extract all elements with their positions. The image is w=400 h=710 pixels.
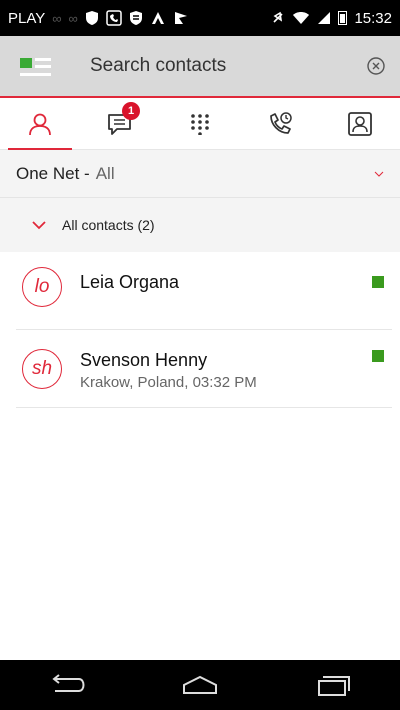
presence-indicator [372, 276, 384, 288]
phone-notification-icon [106, 10, 122, 26]
tab-contacts[interactable] [0, 98, 80, 151]
chevron-down-icon [32, 221, 46, 230]
main-tabs: 1 [0, 98, 400, 151]
avatar: lo [22, 267, 62, 307]
avatar: sh [22, 349, 62, 389]
contact-name: Leia Organa [80, 272, 180, 292]
call-history-icon [270, 112, 292, 134]
presence-indicator [372, 350, 384, 362]
person-icon [29, 113, 51, 136]
signal-icon [318, 12, 331, 24]
status-bar: PLAY ∞ ∞ 15:32 [0, 0, 400, 36]
home-icon[interactable] [180, 673, 220, 697]
contact-list: lo Leia Organa sh Svenson Henny Krakow, … [0, 252, 400, 408]
mute-icon [273, 11, 284, 23]
status-time: 15:32 [354, 9, 392, 27]
tab-messages[interactable]: 1 [80, 98, 160, 150]
contact-source-filter[interactable]: One Net - All [0, 150, 400, 198]
chevron-down-icon [374, 171, 384, 177]
wifi-icon [293, 12, 310, 24]
menu-icon[interactable] [16, 46, 56, 86]
flag-icon [174, 12, 187, 24]
link-icon: ∞ [68, 10, 78, 26]
contact-card-icon [348, 112, 372, 136]
app-bar [0, 36, 400, 98]
filter-value: All [95, 163, 115, 183]
app-a-icon [151, 12, 164, 24]
badge-icon [129, 11, 142, 25]
unread-badge: 1 [122, 102, 140, 120]
search-input[interactable] [90, 55, 366, 77]
carrier-label: PLAY [8, 9, 46, 27]
tab-call-history[interactable] [240, 98, 320, 150]
contact-name: Svenson Henny [80, 350, 208, 370]
clear-search-icon[interactable] [366, 56, 386, 76]
link-icon: ∞ [52, 10, 62, 26]
contact-subtitle: Krakow, Poland, 03:32 PM [80, 374, 257, 391]
contact-group-header[interactable]: All contacts (2) [0, 198, 400, 252]
back-icon[interactable] [47, 673, 87, 697]
group-title: All contacts (2) [62, 217, 155, 233]
battery-icon [338, 11, 348, 25]
filter-label: One Net - [16, 163, 90, 183]
shield-icon [85, 11, 98, 25]
recent-apps-icon[interactable] [313, 673, 353, 697]
contact-row[interactable]: sh Svenson Henny Krakow, Poland, 03:32 P… [16, 330, 392, 408]
dialpad-icon [191, 114, 209, 135]
system-nav-bar [0, 660, 400, 710]
contact-row[interactable]: lo Leia Organa [16, 252, 392, 330]
tab-dialpad[interactable] [160, 98, 240, 150]
tab-contact-card[interactable] [320, 98, 400, 150]
